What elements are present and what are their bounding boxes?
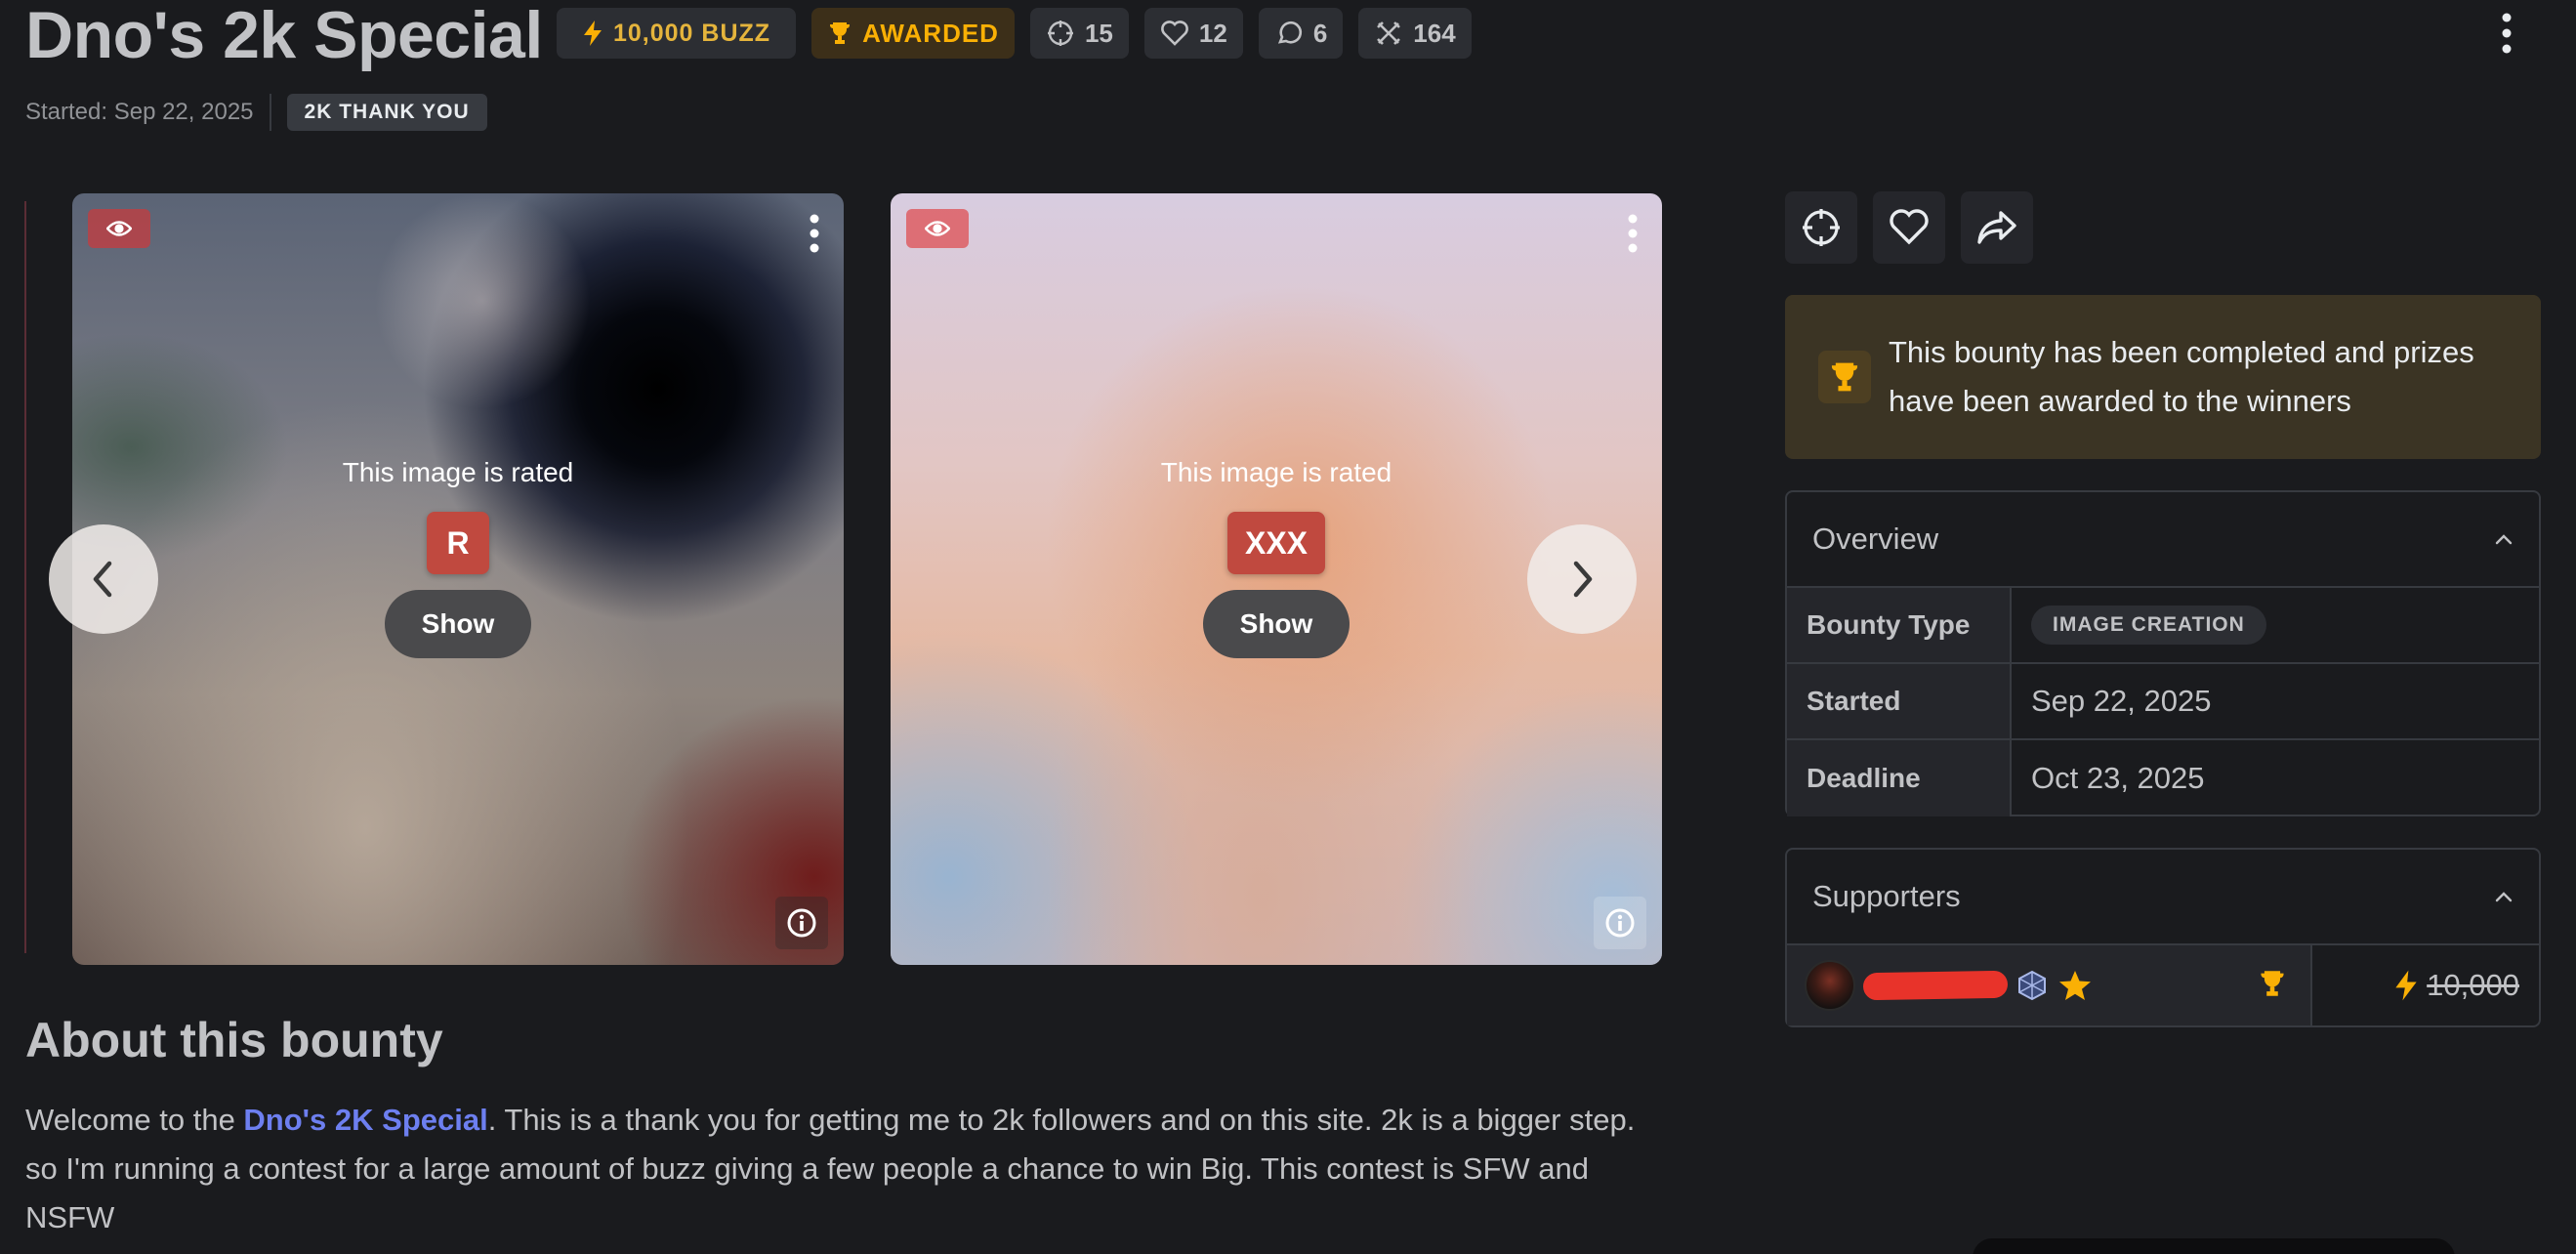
about-description: Welcome to the Dno's 2K Special. This is… [25,1096,1666,1242]
row-key: Deadline [1787,740,2012,816]
buzz-amount: 10,000 [2427,968,2519,1002]
crosshair-icon [1046,19,1075,48]
show-button[interactable]: Show [385,590,531,658]
entries-chip: 15 [1029,8,1129,59]
rated-text: This image is rated [1160,457,1392,487]
tag-badge[interactable]: 2K THANK YOU [286,94,487,131]
track-button[interactable] [1785,191,1857,264]
row-key: Started [1787,664,2012,738]
overview-header[interactable]: Overview [1787,492,2539,588]
rating-badge: R [427,512,489,574]
trophy-icon [2258,969,2287,998]
row-key: Bounty Type [1787,588,2012,662]
chevron-right-icon [1568,558,1596,601]
tips-chip: 164 [1358,8,1472,59]
about-title: About this bounty [25,1013,443,1067]
eye-icon[interactable] [906,209,969,248]
likes-count: 12 [1198,18,1227,48]
bounty-type-badge: IMAGE CREATION [2031,606,2266,645]
row-value: Sep 22, 2025 [2031,684,2212,718]
alert-message: This bounty has been completed and prize… [1889,335,2474,418]
like-button[interactable] [1873,191,1945,264]
image-card[interactable]: This image is rated R Show [72,193,844,965]
show-button[interactable]: Show [1203,590,1350,658]
action-buttons [1785,191,2033,264]
awarded-label: AWARDED [862,18,999,48]
floating-bar[interactable] [1973,1238,2455,1254]
supporters-panel: Supporters 10,000 [1785,848,2541,1027]
supporters-title: Supporters [1812,879,1961,913]
blurred-image [72,193,844,965]
crosshair-icon [1801,207,1842,248]
trophy-icon [827,21,852,46]
avatar[interactable] [1805,960,1855,1011]
overview-row-deadline: Deadline Oct 23, 2025 [1787,740,2539,816]
redacted-username [1862,970,2009,1001]
row-value: IMAGE CREATION [2012,588,2539,662]
tip-icon [1374,19,1403,48]
supporter-amount: 10,000 [2312,945,2539,1025]
info-icon[interactable] [775,897,828,949]
bounty-link[interactable]: Dno's 2K Special [243,1103,487,1137]
carousel-next-button[interactable] [1527,524,1637,634]
comments-chip[interactable]: 6 [1258,8,1344,59]
carousel-left-edge [24,201,26,953]
buzz-amount: 10,000 BUZZ [613,19,771,47]
overview-row-started: Started Sep 22, 2025 [1787,664,2539,740]
lightning-icon [582,20,603,47]
overview-panel: Overview Bounty Type IMAGE CREATION Star… [1785,490,2541,816]
stats-chips: 10,000 BUZZ AWARDED 15 12 6 164 [557,8,1472,59]
card-menu-icon[interactable] [809,213,820,254]
completed-alert: This bounty has been completed and prize… [1785,295,2541,459]
meta-row: Started: Sep 22, 2025 2K THANK YOU [25,94,487,131]
heart-icon [1889,209,1930,246]
rated-text: This image is rated [342,457,574,487]
card-menu-icon[interactable] [1627,213,1639,254]
chevron-up-icon [2494,533,2514,545]
more-options-icon[interactable] [2500,12,2514,55]
entries-count: 15 [1084,18,1113,48]
tips-count: 164 [1413,18,1456,48]
info-icon[interactable] [1594,897,1646,949]
lightning-icon [2393,968,2419,1003]
meta-divider [269,94,271,131]
cube-badge-icon [2015,969,2049,1002]
page-title: Dno's 2k Special [25,0,543,72]
supporter-row[interactable]: 10,000 [1787,945,2539,1025]
share-button[interactable] [1961,191,2033,264]
awarded-badge: AWARDED [811,8,1015,59]
chevron-left-icon [90,558,117,601]
heart-icon [1160,20,1189,47]
started-date: Started: Sep 22, 2025 [25,99,254,125]
trophy-icon [1818,351,1871,403]
comment-icon [1274,19,1304,48]
row-value: Oct 23, 2025 [2031,761,2205,795]
overview-title: Overview [1812,522,1939,556]
share-icon [1975,209,2018,246]
supporters-header[interactable]: Supporters [1787,850,2539,945]
buzz-chip: 10,000 BUZZ [557,8,797,59]
chevron-up-icon [2494,891,2514,902]
about-text-pre: Welcome to the [25,1103,244,1137]
supporter-user[interactable] [1787,945,2312,1025]
overview-row-bounty-type: Bounty Type IMAGE CREATION [1787,588,2539,664]
rating-badge: XXX [1226,512,1326,574]
star-icon [2058,969,2092,1002]
eye-icon[interactable] [88,209,150,248]
likes-chip[interactable]: 12 [1143,8,1243,59]
comments-count: 6 [1312,18,1328,48]
carousel-prev-button[interactable] [49,524,158,634]
